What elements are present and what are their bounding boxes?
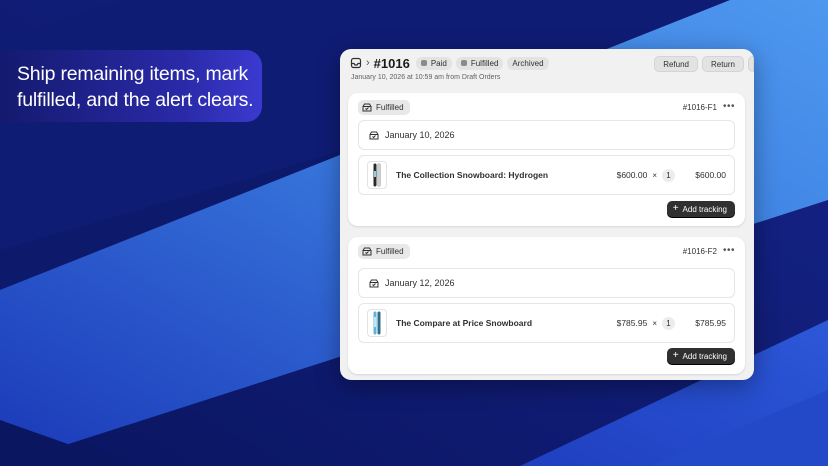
- orders-inbox-icon[interactable]: [350, 57, 362, 69]
- unit-price: $600.00: [616, 170, 648, 180]
- status-badge-paid: Paid: [415, 56, 452, 70]
- fulfillment-card: Fulfilled #1016-F2 ••• January 12, 2026 …: [348, 237, 745, 374]
- times-sign: ×: [652, 170, 657, 180]
- badge-label: Paid: [430, 58, 447, 68]
- order-window: › #1016 Paid Fulfilled Archived January …: [340, 49, 754, 380]
- snowboard-image-icon: [373, 163, 381, 187]
- add-tracking-label: Add tracking: [682, 351, 727, 361]
- badge-label: Fulfilled: [470, 58, 499, 68]
- more-options-icon[interactable]: •••: [723, 102, 735, 112]
- chevron-right-icon: ›: [366, 57, 370, 69]
- header-actions: Refund Return: [650, 56, 754, 72]
- plus-icon: +: [672, 203, 679, 214]
- fulfilled-box-icon: [362, 103, 372, 111]
- fulfilled-badge-label: Fulfilled: [376, 246, 404, 256]
- fulfillment-card-header: Fulfilled #1016-F2 •••: [358, 243, 735, 259]
- status-badge-archived: Archived: [507, 56, 549, 70]
- fulfillment-date-box: January 10, 2026: [358, 120, 735, 150]
- fulfillment-id: #1016-F1: [682, 102, 717, 112]
- line-item-box: The Compare at Price Snowboard $785.95 ×…: [358, 303, 735, 343]
- add-tracking-button[interactable]: + Add tracking: [666, 201, 735, 217]
- quantity-badge: 1: [662, 316, 675, 330]
- fulfillment-id: #1016-F2: [682, 246, 717, 256]
- fulfilled-badge-label: Fulfilled: [376, 102, 404, 112]
- fulfillment-date-box: January 12, 2026: [358, 268, 735, 298]
- product-thumbnail[interactable]: [367, 309, 387, 337]
- fulfillment-date: January 12, 2026: [385, 278, 455, 288]
- fulfillment-card-header: Fulfilled #1016-F1 •••: [358, 99, 735, 115]
- return-button[interactable]: Return: [701, 56, 744, 72]
- product-thumbnail[interactable]: [367, 161, 387, 189]
- status-badge-fulfilled: Fulfilled: [455, 56, 504, 70]
- fulfilled-badge: Fulfilled: [358, 243, 410, 259]
- fulfilled-badge: Fulfilled: [358, 99, 410, 115]
- caption-banner: Ship remaining items, mark fulfilled, an…: [0, 50, 262, 122]
- times-sign: ×: [652, 318, 657, 328]
- line-item[interactable]: The Collection Snowboard: Hydrogen $600.…: [359, 156, 734, 194]
- snowboard-image-icon: [373, 311, 381, 335]
- quantity-badge: 1: [662, 168, 675, 182]
- line-total: $785.95: [695, 318, 726, 328]
- fulfilled-box-icon: [369, 131, 379, 139]
- badge-dot-icon: [420, 60, 427, 66]
- fulfillment-card: Fulfilled #1016-F1 ••• January 10, 2026 …: [348, 93, 745, 226]
- plus-icon: +: [672, 350, 679, 361]
- line-item[interactable]: The Compare at Price Snowboard $785.95 ×…: [359, 304, 734, 342]
- refund-button[interactable]: Refund: [654, 56, 698, 72]
- product-name[interactable]: The Collection Snowboard: Hydrogen: [396, 170, 548, 180]
- caption-text: Ship remaining items, mark fulfilled, an…: [17, 63, 254, 111]
- badge-dot-icon: [460, 60, 467, 66]
- product-name[interactable]: The Compare at Price Snowboard: [396, 318, 532, 328]
- unit-price: $785.95: [616, 318, 648, 328]
- order-subtitle: January 10, 2026 at 10:59 am from Draft …: [351, 74, 501, 81]
- line-item-box: The Collection Snowboard: Hydrogen $600.…: [358, 155, 735, 195]
- add-tracking-button[interactable]: + Add tracking: [666, 348, 735, 364]
- line-total: $600.00: [695, 170, 726, 180]
- badge-label: Archived: [512, 58, 544, 68]
- more-options-icon[interactable]: •••: [723, 246, 735, 256]
- fulfillment-date: January 10, 2026: [385, 130, 455, 140]
- more-actions-button[interactable]: [748, 56, 754, 72]
- fulfilled-box-icon: [362, 247, 372, 255]
- order-header: › #1016 Paid Fulfilled Archived January …: [350, 56, 754, 86]
- fulfilled-box-icon: [369, 279, 379, 287]
- add-tracking-label: Add tracking: [682, 204, 727, 214]
- order-title: #1016: [373, 55, 410, 71]
